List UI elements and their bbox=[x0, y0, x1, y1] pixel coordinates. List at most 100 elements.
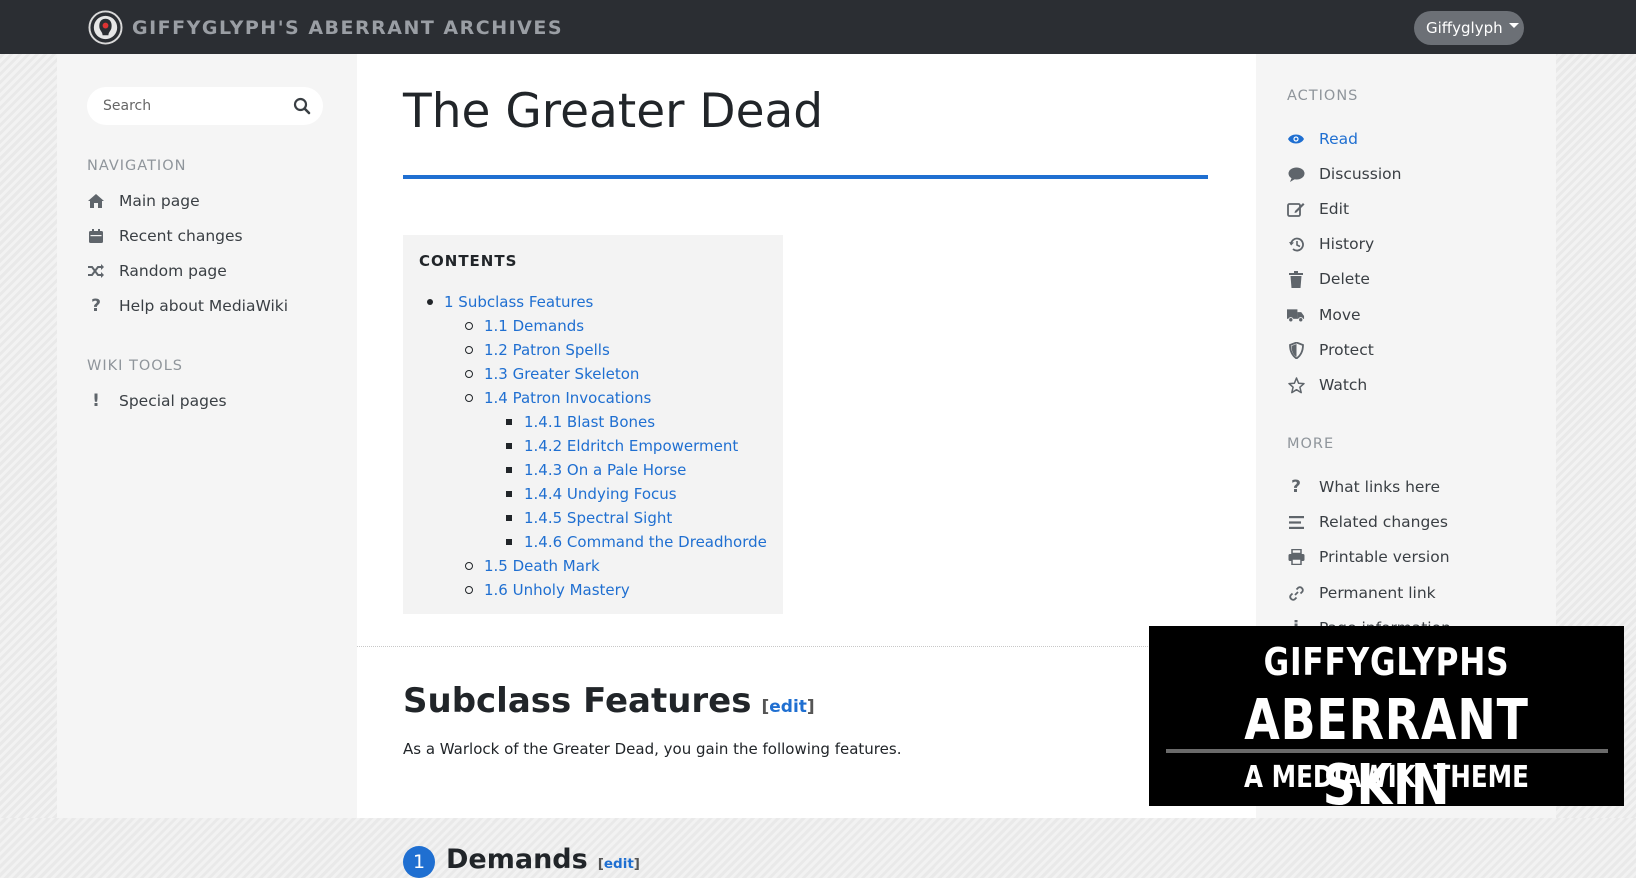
action-discussion[interactable]: Discussion bbox=[1287, 162, 1401, 186]
toc-link[interactable]: 1.4.6 Command the Dreadhorde bbox=[524, 532, 767, 552]
left-sidebar: NAVIGATION Main page Recent changes Rand… bbox=[57, 54, 357, 818]
more-heading: MORE bbox=[1287, 436, 1335, 452]
action-delete[interactable]: Delete bbox=[1287, 267, 1370, 291]
toc-bullet bbox=[506, 491, 512, 497]
toc-link[interactable]: 1.2 Patron Spells bbox=[484, 340, 610, 360]
action-edit[interactable]: Edit bbox=[1287, 197, 1349, 221]
home-icon bbox=[87, 192, 105, 210]
edit-icon bbox=[1287, 200, 1305, 218]
toc-title: CONTENTS bbox=[419, 252, 518, 270]
more-what-links-here[interactable]: ? What links here bbox=[1287, 475, 1440, 499]
banner-divider bbox=[1166, 749, 1608, 753]
nav-item-label: Recent changes bbox=[119, 227, 243, 245]
subsection-edit-link[interactable]: [edit] bbox=[598, 856, 640, 872]
more-label: Printable version bbox=[1319, 548, 1450, 566]
toc-link[interactable]: 1 Subclass Features bbox=[444, 292, 593, 312]
more-related-changes[interactable]: Related changes bbox=[1287, 510, 1448, 534]
toc-bullet bbox=[506, 539, 512, 545]
section-heading: Subclass Features [edit] bbox=[403, 681, 815, 721]
toc-link[interactable]: 1.5 Death Mark bbox=[484, 556, 600, 576]
nav-item-label: Help about MediaWiki bbox=[119, 297, 289, 315]
banner-line-1: GIFFYGLYPHS bbox=[1263, 640, 1510, 684]
exclamation-icon: ! bbox=[92, 391, 100, 411]
toc-link[interactable]: 1.4.1 Blast Bones bbox=[524, 412, 655, 432]
action-protect[interactable]: Protect bbox=[1287, 338, 1374, 362]
nav-item-help[interactable]: ? Help about MediaWiki bbox=[87, 294, 288, 318]
printer-icon bbox=[1287, 548, 1305, 566]
action-label: Delete bbox=[1319, 270, 1370, 288]
search-input[interactable] bbox=[103, 96, 283, 116]
subsection-heading: Demands [edit] bbox=[446, 844, 640, 875]
more-printable-version[interactable]: Printable version bbox=[1287, 545, 1450, 569]
navigation-heading: NAVIGATION bbox=[87, 158, 187, 174]
truck-icon bbox=[1287, 306, 1305, 324]
toc-bullet bbox=[465, 394, 473, 402]
calendar-icon bbox=[87, 227, 105, 245]
nav-item-recent-changes[interactable]: Recent changes bbox=[87, 224, 243, 248]
toc-link[interactable]: 1.3 Greater Skeleton bbox=[484, 364, 639, 384]
toc-bullet bbox=[427, 299, 433, 305]
toc-link[interactable]: 1.1 Demands bbox=[484, 316, 584, 336]
action-label: Read bbox=[1319, 130, 1358, 148]
action-read[interactable]: Read bbox=[1287, 127, 1358, 151]
action-label: Discussion bbox=[1319, 165, 1402, 183]
page-title: The Greater Dead bbox=[403, 84, 824, 139]
promo-banner: GIFFYGLYPHS ABERRANT SKIN A MEDIAWIKI TH… bbox=[1149, 626, 1624, 806]
toc-bullet bbox=[465, 322, 473, 330]
toc-link[interactable]: 1.6 Unholy Mastery bbox=[484, 580, 630, 600]
nav-item-label: Random page bbox=[119, 262, 227, 280]
subsection-heading-text: Demands bbox=[446, 844, 588, 875]
action-label: History bbox=[1319, 235, 1375, 253]
toc-bullet bbox=[465, 586, 473, 594]
nav-item-label: Main page bbox=[119, 192, 200, 210]
edit-link-text[interactable]: edit bbox=[769, 697, 807, 717]
nav-item-random-page[interactable]: Random page bbox=[87, 259, 227, 283]
question-icon: ? bbox=[91, 296, 101, 316]
toc-link[interactable]: 1.4.3 On a Pale Horse bbox=[524, 460, 686, 480]
search-icon[interactable] bbox=[293, 97, 311, 115]
more-permanent-link[interactable]: Permanent link bbox=[1287, 581, 1436, 605]
more-label: Permanent link bbox=[1319, 584, 1436, 602]
site-title[interactable]: GIFFYGLYPH'S ABERRANT ARCHIVES bbox=[132, 17, 563, 39]
user-menu-button[interactable]: Giffyglyph bbox=[1414, 11, 1524, 45]
site-logo-icon[interactable] bbox=[88, 10, 123, 45]
nav-item-label: Special pages bbox=[119, 392, 227, 410]
eye-icon bbox=[1287, 130, 1305, 148]
nav-item-special-pages[interactable]: ! Special pages bbox=[87, 389, 227, 413]
user-menu-label: Giffyglyph bbox=[1426, 19, 1503, 37]
question-icon: ? bbox=[1291, 477, 1301, 497]
search-box[interactable] bbox=[87, 87, 323, 125]
toc-bullet bbox=[465, 370, 473, 378]
more-label: Related changes bbox=[1319, 513, 1448, 531]
action-label: Protect bbox=[1319, 341, 1374, 359]
toc-bullet bbox=[465, 562, 473, 570]
section-heading-text: Subclass Features bbox=[403, 681, 752, 721]
section-edit-link[interactable]: [edit] bbox=[761, 697, 814, 717]
toc-link[interactable]: 1.4.5 Spectral Sight bbox=[524, 508, 672, 528]
nav-item-main-page[interactable]: Main page bbox=[87, 189, 200, 213]
edit-link-text[interactable]: edit bbox=[604, 856, 634, 872]
subsection-number-badge: 1 bbox=[403, 846, 435, 878]
bracket-close: ] bbox=[806, 697, 815, 717]
banner-line-3: A MEDIAWIKI THEME bbox=[1244, 760, 1529, 795]
wiki-tools-heading: WIKI TOOLS bbox=[87, 358, 183, 374]
toc-link[interactable]: 1.4 Patron Invocations bbox=[484, 388, 651, 408]
action-label: Edit bbox=[1319, 200, 1350, 218]
action-watch[interactable]: Watch bbox=[1287, 373, 1367, 397]
toc-bullet bbox=[506, 515, 512, 521]
toc-bullet bbox=[465, 346, 473, 354]
link-icon bbox=[1287, 584, 1305, 602]
toc-link[interactable]: 1.4.4 Undying Focus bbox=[524, 484, 677, 504]
action-move[interactable]: Move bbox=[1287, 303, 1361, 327]
table-of-contents: CONTENTS 1 Subclass Features 1.1 Demands… bbox=[403, 235, 783, 614]
action-history[interactable]: History bbox=[1287, 232, 1374, 256]
actions-heading: ACTIONS bbox=[1287, 88, 1359, 104]
toc-bullet bbox=[506, 419, 512, 425]
section-divider bbox=[357, 646, 1256, 647]
toc-bullet bbox=[506, 467, 512, 473]
top-navbar: GIFFYGLYPH'S ABERRANT ARCHIVES Giffyglyp… bbox=[0, 0, 1636, 54]
list-icon bbox=[1287, 513, 1305, 531]
main-content: The Greater Dead CONTENTS 1 Subclass Fea… bbox=[357, 54, 1256, 878]
trash-icon bbox=[1287, 270, 1305, 288]
toc-link[interactable]: 1.4.2 Eldritch Empowerment bbox=[524, 436, 738, 456]
